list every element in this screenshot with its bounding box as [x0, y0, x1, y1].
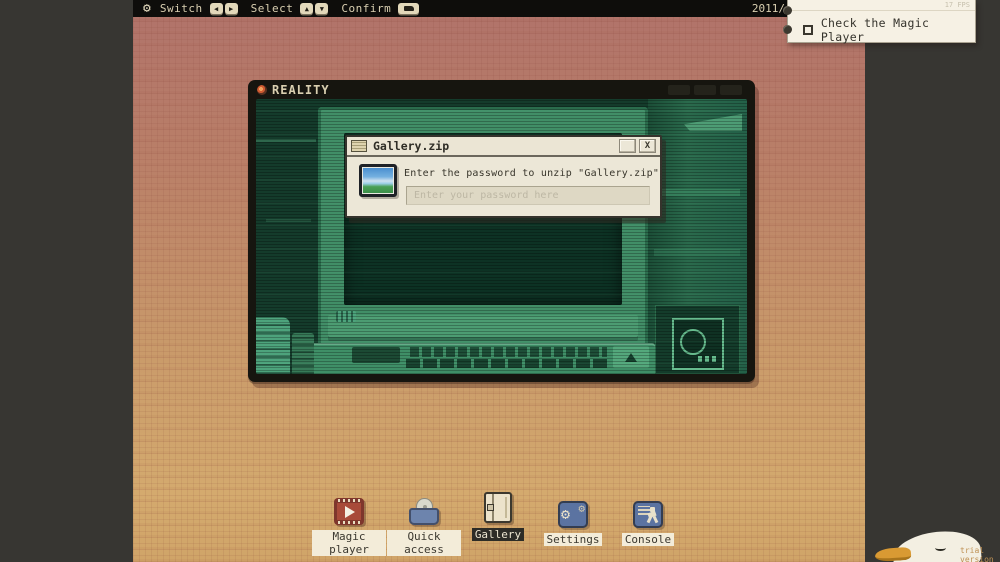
gallery-zip-dialog: Gallery.zip X Enter the password to unzi… — [345, 135, 662, 218]
zip-file-icon — [351, 140, 367, 152]
quest-checkbox[interactable] — [803, 25, 813, 35]
scene-keyboard-pad — [352, 347, 400, 363]
icon-label: Gallery — [472, 528, 524, 541]
scene-keyboard-keys — [410, 347, 607, 357]
reality-monitor: REALITY — [248, 80, 755, 382]
quest-item: Check the Magic Player — [803, 16, 975, 44]
arrow-down-key-icon: ▼ — [315, 3, 328, 14]
enter-key-icon — [398, 3, 419, 14]
desktop-icon-magic-player[interactable]: Magic player — [312, 498, 386, 557]
trial-version-label: trial version — [960, 546, 1000, 562]
dialog-close-button[interactable]: X — [639, 139, 656, 153]
dialog-title: Gallery.zip — [373, 139, 449, 153]
switch-label: Switch — [160, 2, 203, 15]
scene-streak — [266, 219, 311, 222]
scene-device-panel — [672, 318, 724, 370]
monitor-bezel: REALITY — [248, 80, 755, 99]
magic-player-icon — [334, 498, 364, 525]
confirm-label: Confirm — [341, 2, 391, 15]
scene-computer-base — [328, 315, 638, 341]
bezel-button — [694, 85, 716, 95]
notepad-rule — [788, 10, 975, 11]
console-icon — [633, 501, 663, 528]
arrow-left-key-icon: ◀ — [210, 3, 223, 14]
scene-shelf-item — [654, 249, 740, 256]
scene-cup — [292, 333, 314, 374]
pillarbox-left — [0, 0, 133, 562]
icon-label: Magic player — [312, 530, 386, 556]
arrow-up-key-icon: ▲ — [300, 3, 313, 14]
dialog-message: Enter the password to unzip "Gallery.zip… — [404, 168, 659, 179]
scene-keyboard — [310, 343, 655, 374]
scene-shelf-item — [654, 189, 740, 196]
scene-knob — [336, 311, 356, 322]
bezel-buttons — [668, 85, 742, 95]
duck-beak-icon — [875, 547, 912, 562]
monitor-brand: REALITY — [272, 83, 330, 97]
select-keys: ▲ ▼ — [300, 3, 328, 14]
icon-label: Quick access — [387, 530, 461, 556]
icon-label: Settings — [544, 533, 603, 546]
bezel-button — [668, 85, 690, 95]
spiral-binding-icon — [783, 25, 792, 34]
scene-device-disc-icon — [680, 329, 706, 355]
folder-pouch-icon — [409, 508, 439, 525]
desktop-icon-quick-access[interactable]: Quick access — [387, 498, 461, 557]
scene-keyboard-keys — [406, 359, 607, 368]
bezel-button — [720, 85, 742, 95]
gallery-icon — [483, 496, 513, 523]
scene-device — [655, 305, 740, 374]
arrow-right-key-icon: ▶ — [225, 3, 238, 14]
gear-icon[interactable]: ⚙ — [143, 0, 151, 17]
switch-keys: ◀ ▶ — [210, 3, 238, 14]
quest-label: Check the Magic Player — [821, 16, 975, 44]
dialog-titlebar[interactable]: Gallery.zip X — [347, 137, 660, 157]
desktop-icon-gallery[interactable]: Gallery — [461, 496, 535, 542]
quest-notepad: 17 FPS Check the Magic Player — [787, 0, 976, 43]
top-menu-bar: ⚙ Switch ◀ ▶ Select ▲ ▼ Confirm 2011/ — [133, 0, 865, 17]
gear-icon: ⚙ — [561, 505, 570, 523]
desktop-icon-console[interactable]: Console — [611, 501, 685, 547]
record-dot-icon — [257, 85, 267, 95]
date-display: 2011/ — [752, 2, 785, 15]
scene-cup — [256, 317, 290, 374]
scene-arrow-icon — [625, 353, 637, 362]
select-label: Select — [251, 2, 294, 15]
desktop-icon-settings[interactable]: ⚙ ⚙ Settings — [536, 501, 610, 547]
game-screen: ⚙ Switch ◀ ▶ Select ▲ ▼ Confirm 2011/ 17… — [0, 0, 1000, 562]
pillarbox-right — [865, 0, 1000, 562]
scene-streak — [256, 139, 316, 142]
duck-eye-icon — [935, 545, 946, 551]
picture-icon — [359, 164, 397, 197]
play-icon — [345, 506, 355, 518]
spiral-binding-icon — [783, 6, 792, 15]
gear-icon: ⚙ — [578, 502, 585, 515]
icon-label: Console — [622, 533, 674, 546]
settings-icon: ⚙ ⚙ — [558, 501, 588, 528]
picture-icon-art — [363, 168, 393, 193]
quick-access-icon — [409, 498, 439, 525]
dialog-blank-button[interactable] — [619, 139, 636, 153]
password-input[interactable] — [406, 186, 650, 205]
book-icon — [484, 492, 512, 523]
scene-device-buttons — [698, 356, 718, 362]
scene-keyboard-arrowpad — [613, 346, 649, 368]
fps-counter: 17 FPS — [945, 1, 970, 9]
dialog-body: Enter the password to unzip "Gallery.zip… — [347, 157, 660, 216]
